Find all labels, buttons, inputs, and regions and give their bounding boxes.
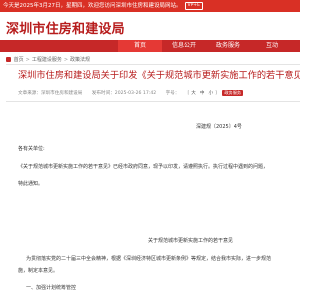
breadcrumb-policies[interactable]: 政策法规 [70,57,90,63]
article-source: 文章来源：深圳市住房和建设局 [18,91,83,96]
attachment-title: 关于规范城市更新实施工作的若干意见 [148,238,234,244]
breadcrumb: 首页 > 工程建设服务 > 政策法规 [6,56,90,64]
meta-divider [6,101,300,102]
nav-item-home[interactable]: 首页 [118,40,162,52]
intro-paragraph-line-1: 为贯彻落实党的二十届三中全会精神，根据《深圳经济特区城市更新条例》等规定，结合我… [26,256,272,262]
article-title: 深圳市住房和建设局关于印发《关于规范城市更新实施工作的若干意见》的通 [18,70,300,81]
announcement-text: 今天是2025年3月27日，星期四，欢迎您访问深圳市住房和建设局网站。 [3,3,182,9]
body-paragraph-2: 特此通知。 [18,181,44,187]
greeting: 各有关单位: [18,146,45,152]
intro-paragraph-line-2: 施，制定本意见。 [18,268,59,274]
nav-item-interaction[interactable]: 互动 [250,40,294,52]
home-icon [6,56,11,62]
font-size-control: 字号：[大中小] [165,91,217,96]
font-size-medium[interactable]: 中 [200,91,205,96]
font-size-small[interactable]: 小 [208,91,213,96]
site-header: 深圳市住房和建设局 [0,12,300,40]
breadcrumb-divider [6,64,300,65]
font-size-label: 字号： [165,91,180,96]
article-meta: 文章来源：深圳市住房和建设局 发布时间：2025-03-26 17:42 字号：… [18,90,244,97]
main-nav: 首页 信息公开 政务服务 互动 [0,40,300,52]
article-date: 发布时间：2025-03-26 17:42 [91,91,157,96]
breadcrumb-engineering[interactable]: 工程建设服务 [32,57,62,63]
nav-item-gov-services[interactable]: 政务服务 [206,40,250,52]
nav-item-info-disclosure[interactable]: 信息公开 [162,40,206,52]
breadcrumb-separator: > [63,57,69,63]
breadcrumb-home[interactable]: 首页 [14,57,24,63]
announcement-bar: 今天是2025年3月27日，星期四，欢迎您访问深圳市住房和建设局网站。 VP+E [0,0,300,12]
document-number: 深建规〔2025〕4号 [196,124,242,130]
announcement-tag[interactable]: VP+E [184,2,203,10]
gov-service-badge[interactable]: 政务服务 [222,90,244,96]
breadcrumb-separator: > [25,57,30,63]
site-title[interactable]: 深圳市住房和建设局 [6,18,125,37]
section-heading-1: 一、加强计划统筹管控 [26,285,77,291]
body-paragraph-1: 《关于规范城市更新实施工作的若干意见》已经市政府同意，现予以印发，请遵照执行。执… [18,164,269,170]
font-size-large[interactable]: 大 [191,91,196,96]
